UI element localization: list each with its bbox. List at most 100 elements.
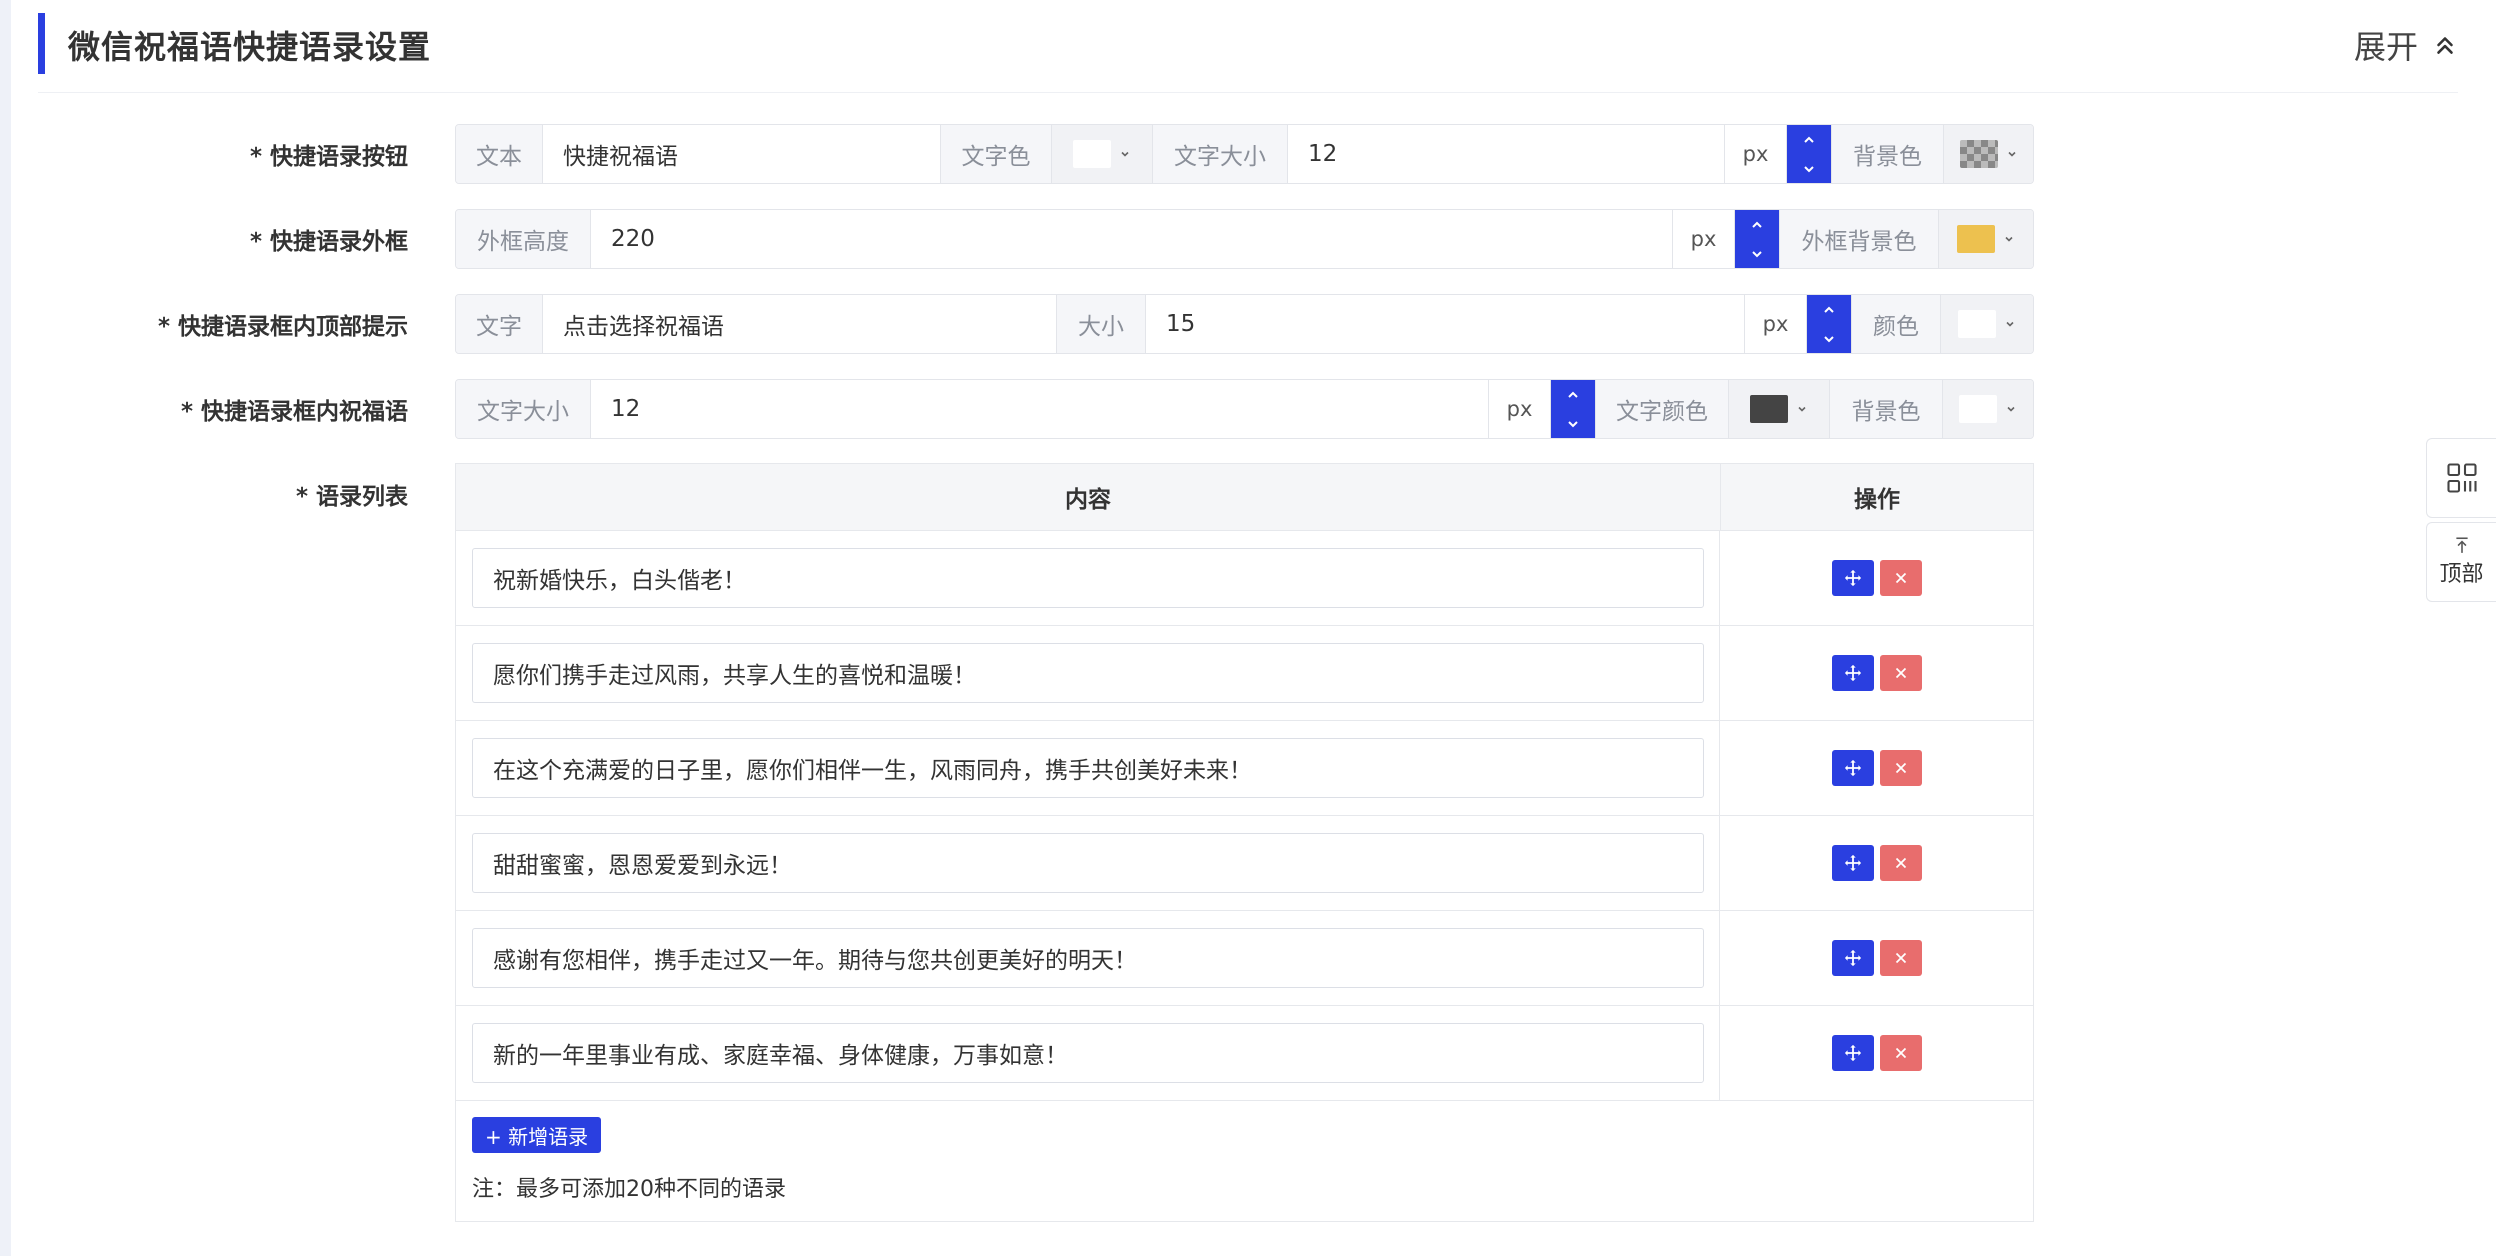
- action-cell: [1720, 1006, 2033, 1100]
- move-icon: [1844, 854, 1861, 872]
- table-row: [456, 721, 2033, 816]
- chevron-down-icon: [1568, 420, 1578, 427]
- phrase-input[interactable]: [472, 1023, 1704, 1083]
- delete-button[interactable]: [1879, 560, 1922, 596]
- phrase-input[interactable]: [472, 548, 1704, 608]
- chevron-up-icon: [1752, 221, 1762, 228]
- phrase-cell: [456, 626, 1720, 720]
- inner-bg-addon: 背景色: [1830, 380, 1943, 438]
- phrase-table: 内容 操作 + 新增语录 注：最多可添加20种不同的语录: [455, 463, 2034, 1222]
- chevron-down-icon: [2007, 406, 2015, 412]
- arrow-up-icon: [2455, 537, 2468, 553]
- chevron-down-icon: [2006, 321, 2014, 327]
- move-button[interactable]: [1831, 655, 1874, 691]
- chevron-down-icon: [2005, 236, 2013, 242]
- action-cell: [1720, 531, 2033, 625]
- px-unit: px: [1489, 380, 1551, 438]
- phrase-input[interactable]: [472, 643, 1704, 703]
- move-icon: [1844, 1044, 1861, 1062]
- inner-size-input[interactable]: [591, 380, 1489, 438]
- col-content-header: 内容: [456, 464, 1721, 530]
- move-button[interactable]: [1831, 845, 1874, 881]
- col-action-header: 操作: [1854, 487, 1900, 513]
- phrase-input[interactable]: [472, 833, 1704, 893]
- phrase-input[interactable]: [472, 738, 1704, 798]
- color-swatch: [1957, 225, 1995, 253]
- text-color-addon: 文字色: [941, 125, 1052, 183]
- color-swatch: [1750, 395, 1788, 423]
- tip-text-input[interactable]: [543, 295, 1057, 353]
- text-color-picker[interactable]: [1052, 125, 1153, 183]
- color-swatch: [1958, 310, 1996, 338]
- phrase-cell: [456, 721, 1720, 815]
- chevron-down-icon: [1824, 335, 1834, 342]
- px-unit: px: [1725, 125, 1787, 183]
- tip-size-input[interactable]: [1146, 295, 1745, 353]
- inner-bg-color-picker[interactable]: [1943, 380, 2033, 438]
- limit-note: 注：最多可添加20种不同的语录: [472, 1177, 786, 1202]
- px-unit: px: [1745, 295, 1807, 353]
- color-swatch: [1959, 395, 1997, 423]
- chevron-down-icon: [1804, 165, 1814, 172]
- chevron-down-icon: [2007, 151, 2016, 157]
- action-cell: [1720, 626, 2033, 720]
- action-cell: [1720, 816, 2033, 910]
- px-unit: px: [1673, 210, 1735, 268]
- page-title: 微信祝福语快捷语录设置: [68, 28, 432, 66]
- inner-text-color-addon: 文字颜色: [1595, 380, 1729, 438]
- header-accent-bar: [38, 13, 45, 74]
- color-swatch: [1073, 140, 1111, 168]
- action-cell: [1720, 911, 2033, 1005]
- close-icon: [1895, 857, 1906, 869]
- qrcode-icon: [2446, 463, 2477, 493]
- expand-toggle[interactable]: 展开: [2354, 22, 2458, 68]
- inner-greeting-row: 文字大小 px 文字颜色 背景色: [455, 379, 2034, 439]
- close-icon: [1895, 1047, 1906, 1059]
- bg-color-picker[interactable]: [1944, 125, 2033, 183]
- close-icon: [1895, 762, 1906, 774]
- phrase-cell: [456, 816, 1720, 910]
- inner-size-stepper[interactable]: [1551, 380, 1595, 438]
- close-icon: [1895, 667, 1906, 679]
- frame-bg-color-picker[interactable]: [1939, 210, 2033, 268]
- qrcode-button[interactable]: [2426, 438, 2496, 518]
- tip-size-addon: 大小: [1057, 295, 1146, 353]
- frame-row: 外框高度 px 外框背景色: [455, 209, 2034, 269]
- move-button[interactable]: [1831, 750, 1874, 786]
- table-header: 内容 操作: [456, 464, 2033, 531]
- move-button[interactable]: [1831, 1035, 1874, 1071]
- quick-button-row: 文本 文字色 文字大小 px 背景色: [455, 124, 2034, 184]
- add-phrase-button[interactable]: + 新增语录: [472, 1117, 602, 1153]
- button-text-input[interactable]: [543, 125, 941, 183]
- delete-button[interactable]: [1879, 845, 1922, 881]
- delete-button[interactable]: [1879, 940, 1922, 976]
- phrase-list-label: * 语录列表: [295, 484, 408, 510]
- delete-button[interactable]: [1879, 655, 1922, 691]
- close-icon: [1895, 572, 1906, 584]
- button-font-size-input[interactable]: [1288, 125, 1725, 183]
- action-cell: [1720, 721, 2033, 815]
- table-footer: + 新增语录 注：最多可添加20种不同的语录: [456, 1101, 2033, 1221]
- move-button[interactable]: [1831, 940, 1874, 976]
- inner-size-addon: 文字大小: [456, 380, 591, 438]
- move-button[interactable]: [1831, 560, 1874, 596]
- tip-size-stepper[interactable]: [1807, 295, 1851, 353]
- tip-text-addon: 文字: [456, 295, 543, 353]
- font-size-addon: 文字大小: [1153, 125, 1288, 183]
- phrase-input[interactable]: [472, 928, 1704, 988]
- table-row: [456, 626, 2033, 721]
- close-icon: [1895, 952, 1906, 964]
- back-to-top-button[interactable]: 顶部: [2426, 522, 2496, 602]
- frame-height-stepper[interactable]: [1735, 210, 1779, 268]
- table-row: [456, 531, 2033, 626]
- expand-toggle-label: 展开: [2353, 28, 2418, 66]
- font-size-stepper[interactable]: [1787, 125, 1831, 183]
- move-icon: [1844, 569, 1861, 587]
- delete-button[interactable]: [1879, 1035, 1922, 1071]
- tip-color-picker[interactable]: [1941, 295, 2033, 353]
- inner-text-color-picker[interactable]: [1729, 380, 1830, 438]
- bg-color-addon: 背景色: [1831, 125, 1944, 183]
- move-icon: [1844, 759, 1861, 777]
- delete-button[interactable]: [1879, 750, 1922, 786]
- frame-height-input[interactable]: [591, 210, 1673, 268]
